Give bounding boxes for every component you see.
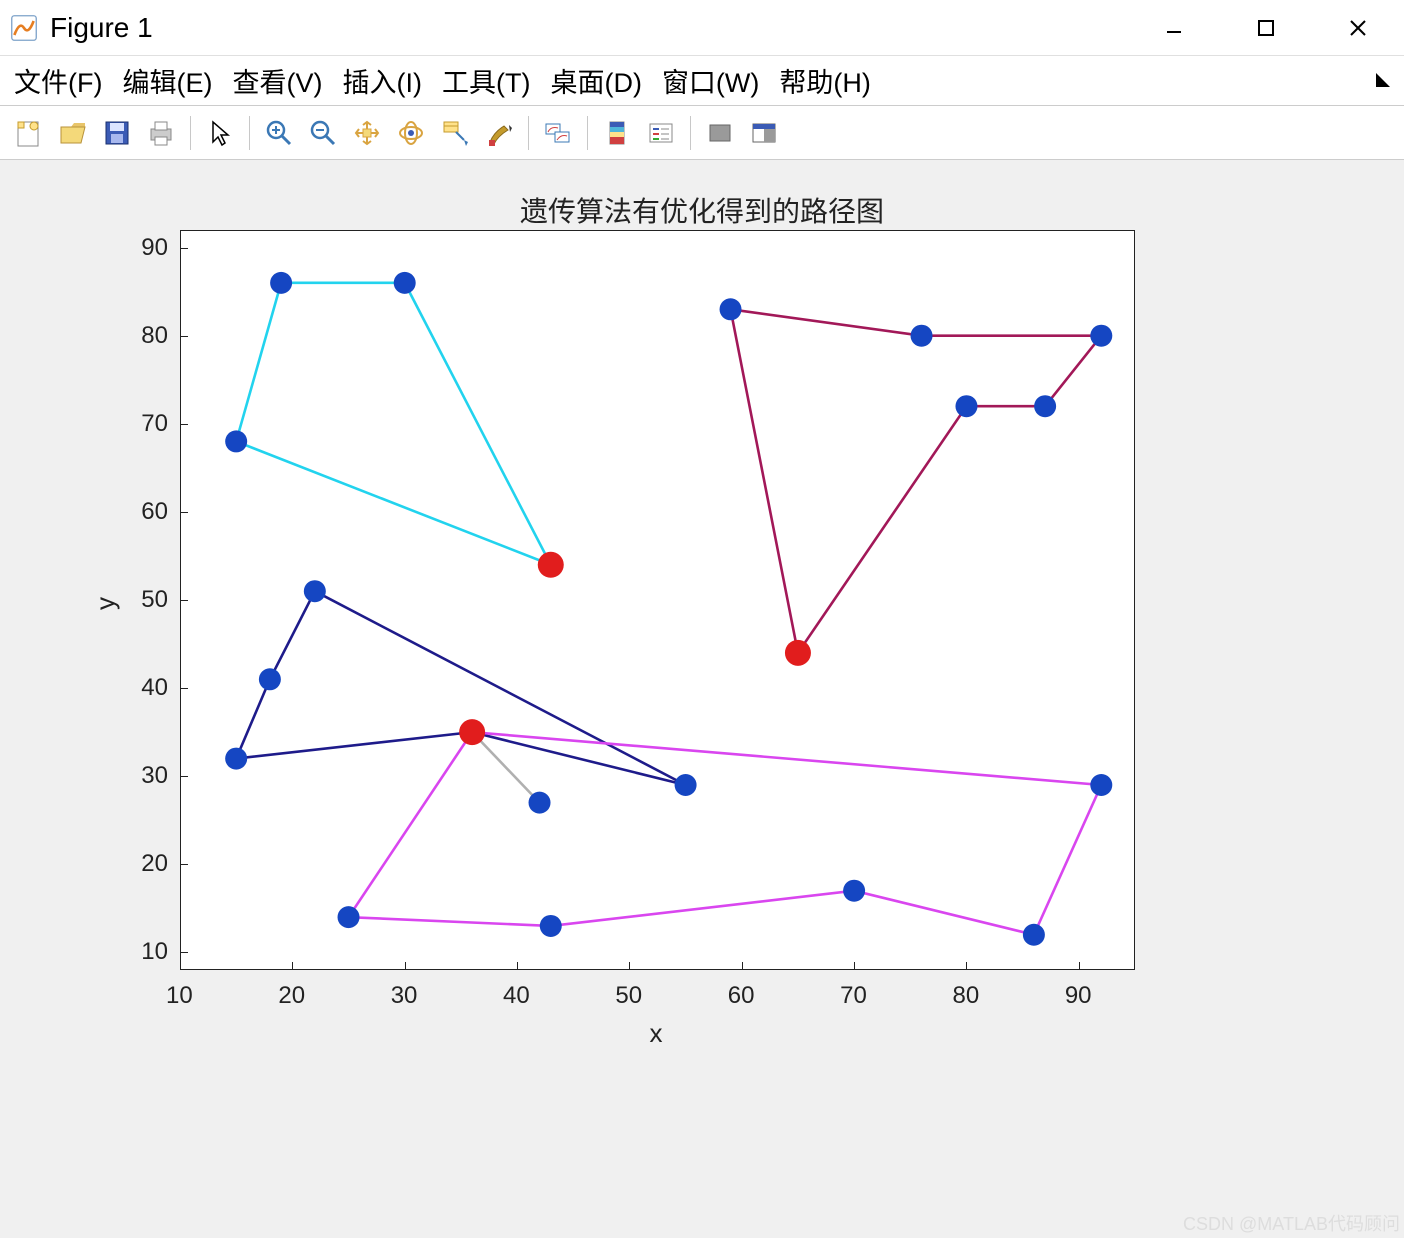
menu-help[interactable]: 帮助(H) (769, 57, 880, 104)
ytick-label: 20 (118, 850, 168, 878)
link-plots-icon[interactable] (537, 112, 579, 154)
menu-file[interactable]: 文件(F) (4, 57, 112, 104)
zoom-out-icon[interactable] (302, 112, 344, 154)
dock-icon[interactable] (743, 112, 785, 154)
toolbar-expand-icon[interactable] (1374, 65, 1400, 96)
print-icon[interactable] (140, 112, 182, 154)
watermark: CSDN @MATLAB代码顾问 (1183, 1210, 1400, 1236)
close-button[interactable] (1312, 0, 1404, 55)
menu-desktop[interactable]: 桌面(D) (540, 57, 651, 104)
axes[interactable] (180, 230, 1135, 970)
ytick-label: 80 (118, 322, 168, 350)
hide-tools-icon[interactable] (699, 112, 741, 154)
y-axis-label: y (90, 597, 121, 610)
xtick-label: 30 (391, 982, 418, 1010)
xtick-label: 60 (728, 982, 755, 1010)
xtick-label: 80 (952, 982, 979, 1010)
xtick-label: 90 (1065, 982, 1092, 1010)
ytick-label: 50 (118, 586, 168, 614)
figure-window: Figure 1 文件(F) 编辑(E) 查看(V) 插入(I) 工具(T) 桌… (0, 0, 1404, 1238)
rotate3d-icon[interactable] (390, 112, 432, 154)
xtick-label: 10 (166, 982, 193, 1010)
window-buttons (1128, 0, 1404, 55)
data-cursor-icon[interactable] (434, 112, 476, 154)
pan-icon[interactable] (346, 112, 388, 154)
menu-edit[interactable]: 编辑(E) (112, 57, 222, 104)
minimize-button[interactable] (1128, 0, 1220, 55)
ytick-label: 30 (118, 762, 168, 790)
matlab-figure-icon (10, 14, 38, 42)
xtick-label: 50 (615, 982, 642, 1010)
chart-title: 遗传算法有优化得到的路径图 (0, 190, 1404, 230)
plot-area: CSDN @MATLAB代码顾问 遗传算法有优化得到的路径图 10 20 30 40 50… (0, 160, 1404, 1238)
xtick-label: 70 (840, 982, 867, 1010)
window-title: Figure 1 (50, 12, 1128, 44)
brush-icon[interactable] (478, 112, 520, 154)
pointer-icon[interactable] (199, 112, 241, 154)
menu-window[interactable]: 窗口(W) (652, 57, 769, 104)
zoom-in-icon[interactable] (258, 112, 300, 154)
ytick-label: 60 (118, 498, 168, 526)
ytick-label: 90 (118, 234, 168, 262)
colorbar-icon[interactable] (596, 112, 638, 154)
new-figure-icon[interactable] (8, 112, 50, 154)
menu-tools[interactable]: 工具(T) (432, 57, 540, 104)
open-file-icon[interactable] (52, 112, 94, 154)
title-bar: Figure 1 (0, 0, 1404, 56)
ytick-label: 40 (118, 674, 168, 702)
x-axis-label: x (650, 1018, 663, 1049)
maximize-button[interactable] (1220, 0, 1312, 55)
menu-bar: 文件(F) 编辑(E) 查看(V) 插入(I) 工具(T) 桌面(D) 窗口(W… (0, 56, 1404, 106)
ytick-label: 70 (118, 410, 168, 438)
legend-icon[interactable] (640, 112, 682, 154)
save-icon[interactable] (96, 112, 138, 154)
xtick-label: 40 (503, 982, 530, 1010)
menu-insert[interactable]: 插入(I) (332, 57, 431, 104)
xtick-label: 20 (278, 982, 305, 1010)
toolbar (0, 106, 1404, 160)
menu-view[interactable]: 查看(V) (222, 57, 332, 104)
ytick-label: 10 (118, 938, 168, 966)
